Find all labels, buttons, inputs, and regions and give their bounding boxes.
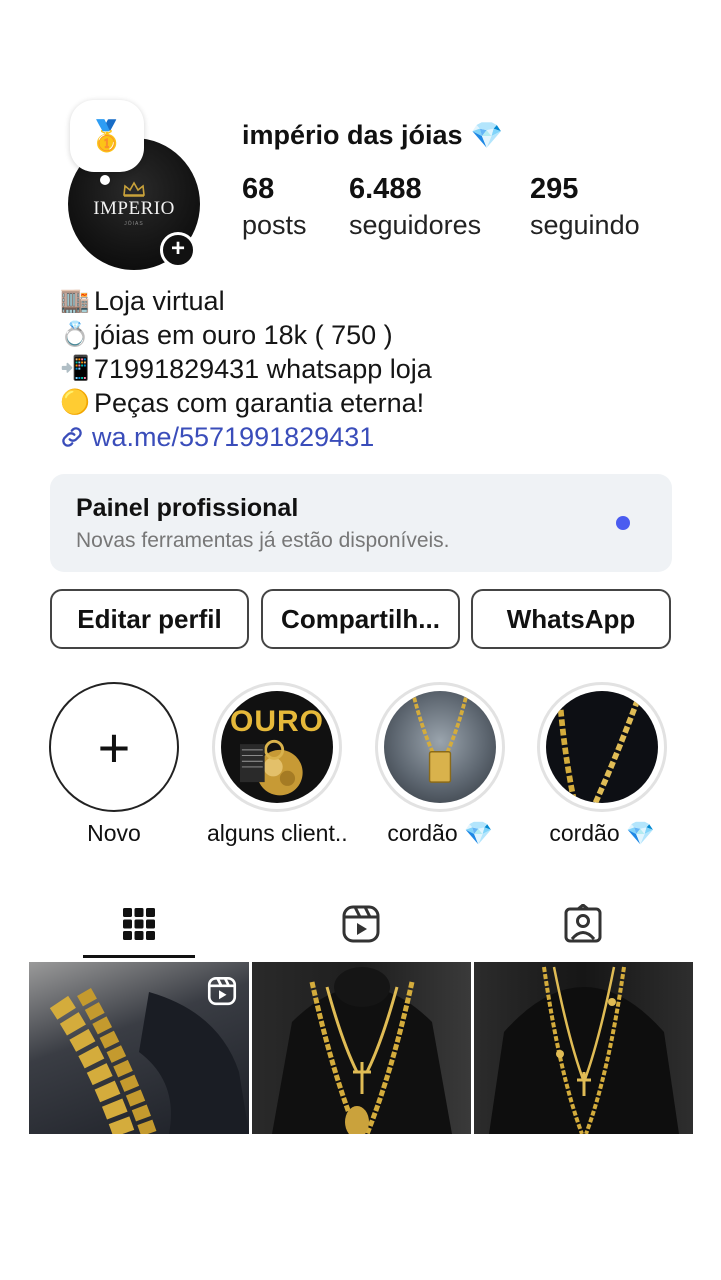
panel-subtitle: Novas ferramentas já estão disponíveis. bbox=[76, 529, 450, 552]
bio-link[interactable]: wa.me/5571991829431 bbox=[58, 420, 432, 454]
highlight-label: cordão 💎 bbox=[387, 820, 493, 846]
tagged-icon bbox=[564, 904, 602, 943]
highlight-ring bbox=[537, 682, 667, 812]
stat-posts[interactable]: 68 posts bbox=[242, 172, 307, 244]
bio-line: 📲 71991829431 whatsapp loja bbox=[58, 352, 432, 386]
bio-line: 💍 jóias em ouro 18k ( 750 ) bbox=[58, 318, 432, 352]
reel-badge-icon bbox=[207, 976, 237, 1006]
profile-username: império das jóias 💎 bbox=[242, 120, 503, 151]
medal-icon: 🥇 bbox=[88, 119, 126, 153]
bio-text: 71991829431 whatsapp loja bbox=[94, 354, 432, 384]
highlight-image bbox=[546, 691, 658, 803]
store-icon: 🏬 bbox=[60, 287, 90, 314]
stat-followers[interactable]: 6.488 seguidores bbox=[349, 172, 481, 244]
highlight-image: OURO bbox=[221, 691, 333, 803]
highlight-image bbox=[384, 691, 496, 803]
bio-text: jóias em ouro 18k ( 750 ) bbox=[94, 320, 393, 350]
profile-bio: 🏬 Loja virtual 💍 jóias em ouro 18k ( 750… bbox=[58, 284, 432, 454]
highlight-ring bbox=[375, 682, 505, 812]
professional-dashboard[interactable]: Painel profissional Novas ferramentas já… bbox=[50, 474, 672, 572]
bio-line: 🏬 Loja virtual bbox=[58, 284, 432, 318]
following-label: seguindo bbox=[530, 210, 640, 240]
share-profile-button[interactable]: Compartilh... bbox=[261, 589, 460, 649]
profile-header: IMPERIO JÓIAS 🥇 + império das jóias 💎 68… bbox=[0, 0, 721, 280]
highlight-label: Novo bbox=[87, 820, 141, 846]
post-thumbnail[interactable] bbox=[474, 962, 693, 1134]
bio-text: Loja virtual bbox=[94, 286, 225, 316]
yellow-circle-icon: 🟡 bbox=[60, 389, 90, 416]
add-story-button[interactable]: + bbox=[160, 232, 196, 268]
panel-title: Painel profissional bbox=[76, 494, 299, 522]
highlight-new[interactable]: + Novo bbox=[44, 682, 184, 847]
phone-icon: 📲 bbox=[60, 355, 90, 382]
highlight-label: cordão 💎 bbox=[549, 820, 655, 846]
post-thumbnail[interactable] bbox=[252, 962, 471, 1134]
gold-chains-image bbox=[272, 967, 452, 1134]
tab-posts-grid[interactable] bbox=[28, 890, 250, 958]
bio-text: Peças com garantia eterna! bbox=[94, 388, 425, 418]
bio-link-text[interactable]: wa.me/5571991829431 bbox=[92, 420, 374, 454]
tab-reels[interactable] bbox=[250, 890, 472, 958]
active-tab-indicator bbox=[83, 955, 195, 958]
link-icon bbox=[62, 427, 82, 447]
highlight-item[interactable]: cordão 💎 bbox=[532, 682, 672, 847]
post-thumbnail[interactable] bbox=[29, 962, 249, 1134]
posts-count: 68 bbox=[242, 173, 275, 205]
crown-icon bbox=[123, 181, 145, 197]
highlight-item[interactable]: OURO alguns client... bbox=[207, 682, 347, 847]
username-text: império das jóias bbox=[242, 120, 463, 150]
gold-chain-icon bbox=[556, 691, 644, 803]
diamond-icon: 💎 bbox=[470, 120, 503, 150]
whatsapp-button[interactable]: WhatsApp bbox=[471, 589, 671, 649]
avatar-logo-subtext: JÓIAS bbox=[124, 221, 144, 227]
posts-label: posts bbox=[242, 210, 307, 240]
chain-pendant-icon bbox=[410, 691, 470, 783]
stat-following[interactable]: 295 seguindo bbox=[530, 172, 640, 244]
plus-icon: + bbox=[49, 682, 179, 812]
reels-icon bbox=[342, 905, 380, 943]
edit-profile-button[interactable]: Editar perfil bbox=[50, 589, 249, 649]
followers-count: 6.488 bbox=[349, 173, 422, 205]
bio-line: 🟡 Peças com garantia eterna! bbox=[58, 386, 432, 420]
notification-dot bbox=[616, 516, 630, 530]
gold-necklaces-image bbox=[489, 966, 679, 1134]
note-bubble-tail bbox=[100, 175, 110, 185]
highlight-ring: OURO bbox=[212, 682, 342, 812]
gold-pile-icon bbox=[239, 739, 303, 796]
avatar-logo-text: IMPERIO bbox=[93, 198, 175, 219]
followers-label: seguidores bbox=[349, 210, 482, 240]
highlight-item[interactable]: cordão 💎 bbox=[370, 682, 510, 847]
ring-icon: 💍 bbox=[60, 321, 90, 348]
note-bubble[interactable]: 🥇 bbox=[70, 100, 144, 172]
grid-icon bbox=[123, 908, 155, 940]
following-count: 295 bbox=[530, 173, 579, 205]
tab-tagged[interactable] bbox=[472, 890, 694, 958]
highlight-label: alguns client... bbox=[207, 820, 347, 846]
